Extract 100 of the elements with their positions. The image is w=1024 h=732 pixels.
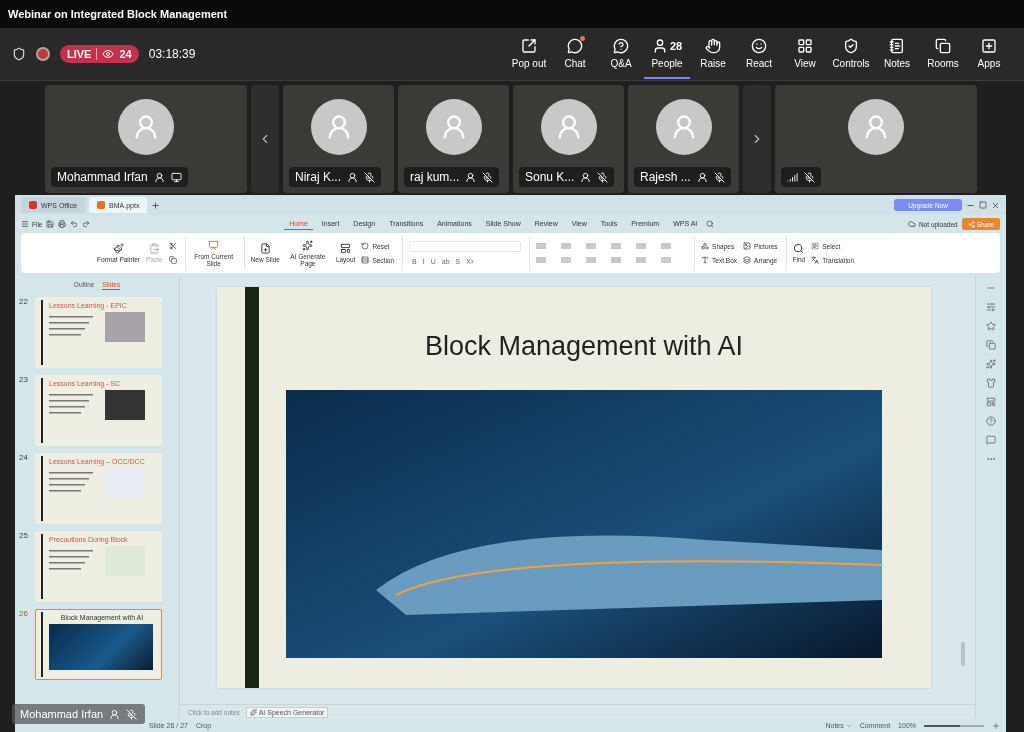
window-title: Webinar on Integrated Block Management [8, 8, 228, 20]
select-icon [811, 242, 820, 250]
eye-icon [102, 48, 115, 60]
maximize-icon[interactable] [979, 201, 987, 209]
attendee-icon [696, 171, 708, 183]
photo-placeholder [105, 390, 145, 420]
slide-number: 22 [19, 297, 29, 308]
accent-bar [41, 378, 43, 443]
new-slide-icon [259, 243, 271, 254]
toolbar-button[interactable]: Rooms [920, 29, 966, 79]
grid-icon [797, 37, 813, 54]
menu-icon [21, 220, 29, 228]
toolbar-button[interactable]: Q&A [598, 29, 644, 79]
text-box-icon [701, 256, 710, 264]
share-icon [967, 220, 975, 228]
chat-icon [567, 37, 583, 54]
sparkle-icon [249, 708, 257, 716]
brush-icon [113, 243, 124, 254]
toolbar-button[interactable]: React [736, 29, 782, 79]
sparkle-icon [302, 239, 314, 251]
toolbar-button[interactable]: View [782, 29, 828, 79]
copy-icon[interactable] [168, 256, 177, 264]
toolbar-button[interactable]: Pop out [506, 29, 552, 79]
layout-icon[interactable] [986, 397, 996, 407]
participant-name: Sonu K... [525, 170, 575, 184]
mic-off-icon [713, 171, 725, 183]
participant-name: Mohammad Irfan [57, 170, 148, 184]
mic-off-icon [482, 171, 494, 183]
plus-icon[interactable] [992, 721, 1000, 730]
rows-icon [361, 256, 370, 264]
participant-name: raj kum... [410, 170, 460, 184]
scrollbar-thumb[interactable] [961, 642, 965, 666]
plus-icon[interactable] [151, 200, 161, 210]
zoom-slider[interactable] [924, 724, 984, 727]
plus-square-icon [981, 37, 997, 54]
sliders-icon[interactable] [986, 302, 996, 312]
mic-off-icon [597, 171, 609, 183]
avatar-icon [118, 99, 174, 155]
undo-icon[interactable] [70, 220, 79, 228]
toolbar-button[interactable]: 28 People [644, 29, 690, 79]
print-icon[interactable] [58, 220, 67, 228]
layout-icon [340, 243, 352, 254]
toolbar-button[interactable]: Controls [828, 29, 874, 79]
accent-bar [41, 300, 43, 365]
smiley-icon [751, 37, 767, 54]
rooms-icon [935, 37, 951, 54]
attendee-icon [109, 708, 121, 720]
signal-icon [787, 171, 798, 183]
picture-icon [743, 242, 752, 250]
shapes-icon [701, 242, 710, 250]
layers-icon [743, 256, 752, 264]
caret-icon [845, 722, 852, 729]
translate-icon [811, 256, 820, 264]
toolbar-button[interactable]: Apps [966, 29, 1012, 79]
slide-number: 25 [19, 531, 29, 542]
cloud-icon [907, 220, 916, 228]
search-icon[interactable] [706, 220, 715, 228]
recording-icon [36, 47, 50, 61]
clipboard-icon [148, 243, 160, 254]
save-icon[interactable] [46, 220, 55, 228]
reset-icon [361, 242, 370, 250]
search-icon [793, 243, 805, 254]
elapsed-time: 03:18:39 [148, 47, 196, 61]
attendee-icon [580, 171, 592, 183]
attendee-icon [465, 171, 477, 183]
shield-icon [12, 47, 26, 61]
mic-off-icon [804, 171, 815, 183]
hand-icon [705, 37, 721, 54]
help-icon[interactable] [986, 416, 996, 426]
comment-icon[interactable] [986, 435, 996, 445]
close-icon[interactable] [991, 200, 1000, 210]
photo-placeholder [105, 312, 145, 342]
slide-number: 24 [19, 453, 29, 464]
attendee-icon [347, 171, 358, 183]
popout-icon [521, 37, 537, 54]
font-field[interactable] [409, 241, 522, 252]
toolbar-button[interactable]: Raise [690, 29, 736, 79]
accent-bar [41, 612, 43, 677]
presentation-icon [208, 239, 220, 251]
question-bubble-icon [613, 37, 629, 54]
notes-icon [889, 37, 905, 54]
screen-share-icon [170, 171, 182, 183]
avatar-icon [848, 99, 904, 155]
participant-name: Niraj K... [295, 170, 341, 184]
redo-icon[interactable] [82, 220, 91, 228]
star-icon[interactable] [986, 321, 996, 331]
slide-title: Block Management with AI [424, 331, 744, 362]
slide-number: 23 [19, 375, 29, 386]
toolbar-button[interactable]: Notes [874, 29, 920, 79]
sparkle-icon[interactable] [986, 359, 996, 369]
cut-icon[interactable] [168, 242, 177, 250]
slide-number: 26 [19, 609, 29, 620]
toolbar-button[interactable]: Chat [552, 29, 598, 79]
shirt-icon[interactable] [986, 378, 996, 388]
viewer-count: 24 [119, 48, 132, 60]
accent-bar [41, 456, 43, 521]
attendee-icon [153, 171, 165, 183]
participant-name: Rajesh ... [640, 170, 691, 184]
copy-icon[interactable] [986, 340, 996, 350]
mic-off-icon [364, 171, 375, 183]
